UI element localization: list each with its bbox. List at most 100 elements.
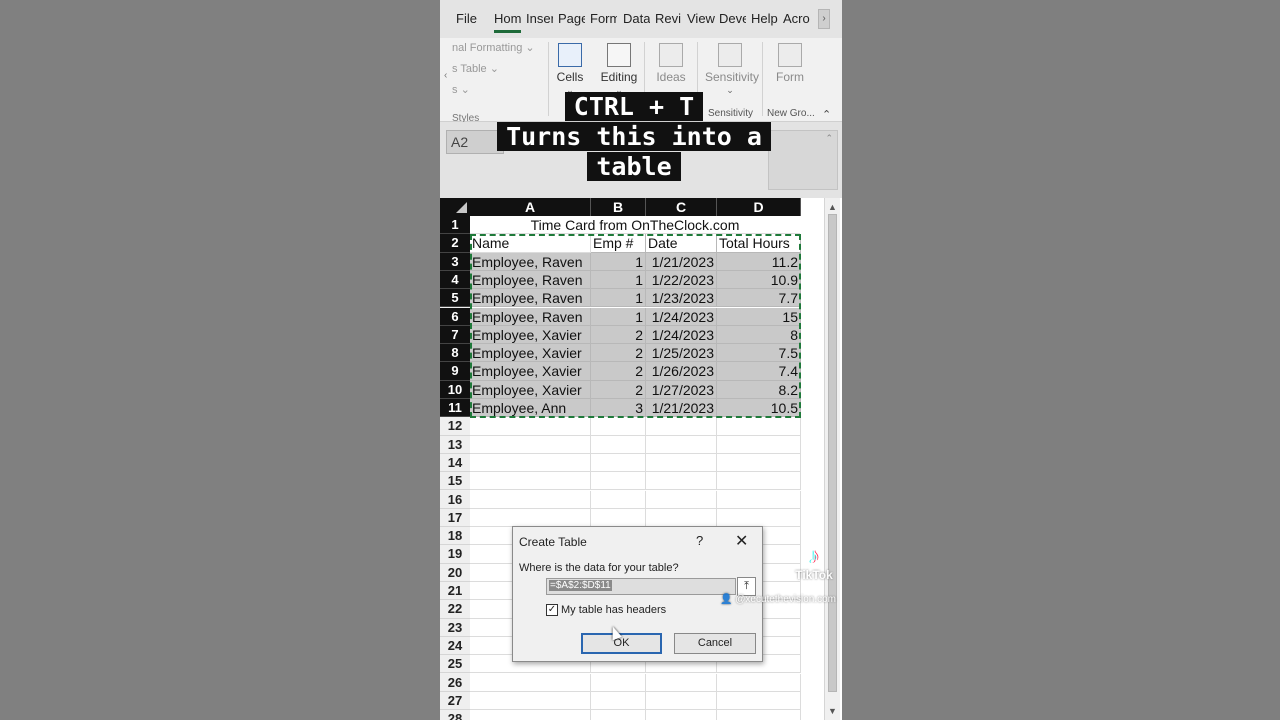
table-cell[interactable]: Total Hours (717, 234, 801, 253)
table-cell[interactable]: 7.4 (717, 362, 801, 381)
row-header[interactable]: 1 (440, 216, 470, 235)
table-cell[interactable] (591, 490, 646, 509)
table-cell[interactable]: Employee, Raven (470, 289, 591, 308)
collapse-ribbon-icon[interactable]: ⌃ (822, 108, 831, 121)
table-cell[interactable] (717, 710, 801, 720)
tab-insert[interactable]: Inser (526, 11, 553, 26)
row-header[interactable]: 25 (440, 655, 470, 674)
table-range-input[interactable]: =$A$2:$D$11 (546, 578, 736, 595)
table-cell[interactable]: 1/25/2023 (646, 344, 717, 363)
table-cell[interactable]: 1/23/2023 (646, 289, 717, 308)
form-button[interactable]: Form (765, 38, 815, 84)
row-header[interactable]: 9 (440, 362, 470, 381)
cells-button[interactable]: Cells ⌄ (545, 38, 595, 96)
table-cell[interactable]: 10.9 (717, 270, 801, 290)
row-header[interactable]: 4 (440, 270, 470, 290)
cancel-button[interactable]: Cancel (674, 633, 756, 654)
formula-bar[interactable]: ⌃ (768, 130, 838, 190)
table-cell[interactable]: 7.5 (717, 344, 801, 363)
tab-page-layout[interactable]: Page (558, 11, 585, 26)
tabs-scroll-right-icon[interactable]: › (818, 9, 830, 29)
table-cell[interactable] (470, 435, 591, 454)
scroll-down-icon[interactable]: ▼ (828, 706, 837, 716)
table-cell[interactable]: 10.5 (717, 399, 801, 418)
editing-button[interactable]: Editing ⌄ (594, 38, 644, 96)
table-cell[interactable] (591, 691, 646, 711)
row-header[interactable]: 13 (440, 435, 470, 454)
table-cell[interactable] (717, 673, 801, 692)
row-header[interactable]: 26 (440, 673, 470, 692)
table-cell[interactable] (646, 453, 717, 473)
table-cell[interactable]: 1/24/2023 (646, 325, 717, 345)
row-header[interactable]: 27 (440, 691, 470, 711)
table-cell[interactable] (646, 417, 717, 436)
table-cell[interactable]: 11.2 (717, 252, 801, 271)
select-all-button[interactable] (440, 198, 470, 216)
row-header[interactable]: 6 (440, 307, 470, 326)
table-cell[interactable]: Employee, Raven (470, 252, 591, 271)
table-cell[interactable] (470, 508, 591, 528)
table-cell[interactable]: 1/21/2023 (646, 399, 717, 418)
table-cell[interactable] (470, 417, 591, 436)
table-cell[interactable]: 1/24/2023 (646, 307, 717, 326)
table-cell[interactable] (470, 691, 591, 711)
table-cell[interactable]: Employee, Raven (470, 270, 591, 290)
table-cell[interactable] (717, 472, 801, 491)
table-cell[interactable]: 8.2 (717, 380, 801, 399)
table-cell[interactable]: Emp # (591, 234, 646, 253)
table-cell[interactable]: Employee, Xavier (470, 380, 591, 399)
table-cell[interactable] (470, 490, 591, 509)
table-cell[interactable]: 1/21/2023 (646, 252, 717, 271)
table-cell[interactable]: Employee, Xavier (470, 362, 591, 381)
expand-formula-bar-icon[interactable]: ⌃ (825, 133, 833, 144)
table-cell[interactable]: Employee, Xavier (470, 344, 591, 363)
tab-formulas[interactable]: Form (590, 11, 617, 26)
table-cell[interactable] (646, 691, 717, 711)
row-header[interactable]: 16 (440, 490, 470, 509)
tab-data[interactable]: Data (623, 11, 650, 26)
row-header[interactable]: 20 (440, 563, 470, 582)
scroll-up-icon[interactable]: ▲ (828, 202, 837, 212)
table-cell[interactable]: 7.7 (717, 289, 801, 308)
table-cell[interactable] (470, 453, 591, 473)
table-cell[interactable] (717, 490, 801, 509)
table-cell[interactable] (717, 508, 801, 528)
table-cell[interactable]: 1 (591, 252, 646, 271)
table-cell[interactable]: 1 (591, 289, 646, 308)
table-cell[interactable] (646, 435, 717, 454)
table-cell[interactable] (591, 453, 646, 473)
table-cell[interactable] (591, 710, 646, 720)
row-header[interactable]: 8 (440, 344, 470, 363)
table-cell[interactable]: 15 (717, 307, 801, 326)
table-cell[interactable] (646, 673, 717, 692)
table-cell[interactable]: 1/27/2023 (646, 380, 717, 399)
row-header[interactable]: 2 (440, 234, 470, 253)
table-cell[interactable] (591, 508, 646, 528)
table-cell[interactable] (717, 435, 801, 454)
table-cell[interactable]: Date (646, 234, 717, 253)
table-cell[interactable] (591, 435, 646, 454)
table-cell[interactable] (646, 490, 717, 509)
tab-view[interactable]: View (687, 11, 715, 26)
tab-review[interactable]: Revi (655, 11, 682, 26)
row-header[interactable]: 12 (440, 417, 470, 436)
row-header[interactable]: 24 (440, 636, 470, 656)
table-cell[interactable]: 3 (591, 399, 646, 418)
vertical-scrollbar[interactable]: ▲ ▼ (824, 198, 840, 720)
table-cell[interactable]: 2 (591, 362, 646, 381)
close-icon[interactable]: ✕ (735, 531, 748, 551)
table-cell[interactable]: Employee, Xavier (470, 325, 591, 345)
tab-developer[interactable]: Deve (719, 11, 746, 26)
column-header-a[interactable]: A (470, 198, 591, 216)
row-header[interactable]: 10 (440, 380, 470, 399)
tab-help[interactable]: Help (751, 11, 778, 26)
table-cell[interactable]: 2 (591, 380, 646, 399)
row-header[interactable]: 14 (440, 453, 470, 473)
row-header[interactable]: 23 (440, 618, 470, 637)
tab-home[interactable]: Hom (494, 11, 521, 33)
column-header-b[interactable]: B (591, 198, 646, 216)
row-header[interactable]: 18 (440, 527, 470, 546)
ideas-button[interactable]: Ideas (646, 38, 696, 84)
table-cell[interactable] (717, 453, 801, 473)
table-cell[interactable]: 1 (591, 270, 646, 290)
